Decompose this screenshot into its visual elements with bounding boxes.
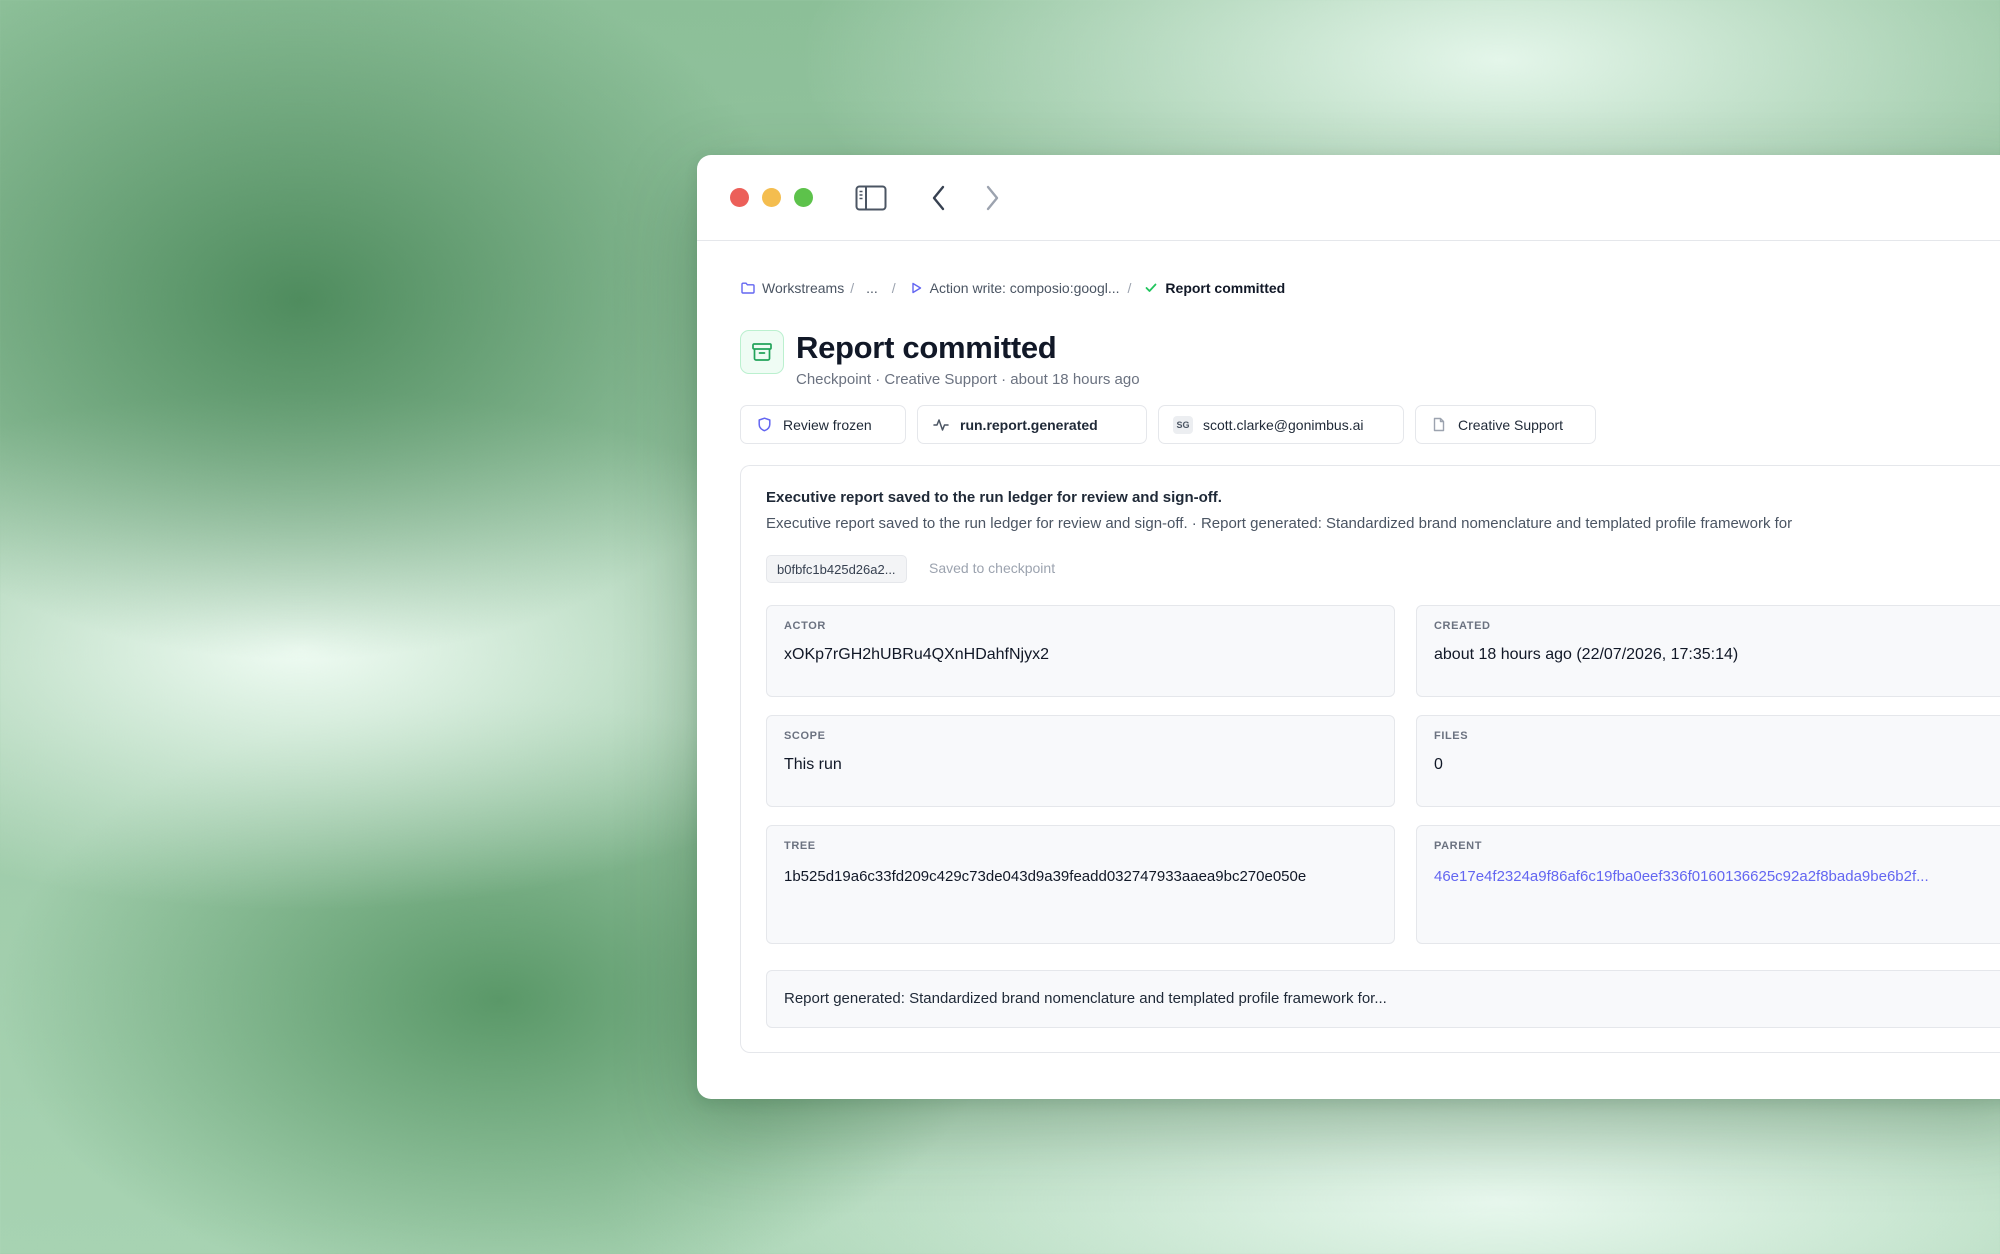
breadcrumb-separator: / (850, 280, 855, 296)
actor-field: ACTOR xOKp7rGH2hUBRu4QXnHDahfNjyx2 (766, 605, 1395, 697)
chip-label: Creative Support (1458, 416, 1564, 433)
summary-text: Report generated: Standardized brand nom… (784, 990, 1387, 1007)
scope-field: SCOPE This run (766, 715, 1395, 807)
chip-label: Review frozen (783, 416, 872, 433)
saved-status-text: Saved to checkpoint (929, 560, 1056, 576)
title-bar (697, 155, 2000, 241)
page-subtitle: Checkpoint · Creative Support · about 18… (796, 371, 1140, 388)
review-status-chip[interactable]: Review frozen (740, 405, 906, 444)
folder-icon (740, 280, 756, 296)
sidebar-toggle-icon[interactable] (854, 181, 888, 215)
breadcrumb-current: Report committed (1143, 280, 1285, 296)
breadcrumb-label: Report committed (1165, 280, 1286, 296)
event-type-chip[interactable]: run.report.generated (917, 405, 1147, 444)
created-field: CREATED about 18 hours ago (22/07/2026, … (1416, 605, 2000, 697)
field-label: FILES (1434, 730, 1469, 742)
avatar: SG (1173, 415, 1193, 434)
field-label: ACTOR (784, 620, 826, 632)
parent-field: PARENT 46e17e4f2324a9f86af6c19fba0eef336… (1416, 825, 2000, 944)
breadcrumb-workstreams[interactable]: Workstreams (740, 280, 844, 296)
app-window: Workstreams / ... / Action write: compos… (697, 155, 2000, 1099)
close-window-button[interactable] (730, 188, 749, 207)
forward-arrow-icon[interactable] (975, 181, 1009, 215)
parent-hash-link[interactable]: 46e17e4f2324a9f86af6c19fba0eef336f016013… (1434, 868, 1929, 885)
activity-icon (932, 416, 950, 434)
breadcrumb-label: Action write: composio:googl... (929, 280, 1120, 296)
field-value: This run (784, 756, 842, 773)
back-arrow-icon[interactable] (922, 181, 956, 215)
field-value: 1b525d19a6c33fd209c429c73de043d9a39feadd… (784, 868, 1307, 885)
page-title: Report committed (796, 330, 1057, 365)
minimize-window-button[interactable] (762, 188, 781, 207)
breadcrumb-separator: / (1127, 280, 1132, 296)
card-title: Executive report saved to the run ledger… (766, 489, 1222, 506)
field-label: TREE (784, 840, 816, 852)
play-icon (908, 280, 924, 296)
chip-label: scott.clarke@gonimbus.ai (1203, 416, 1364, 433)
field-value: about 18 hours ago (22/07/2026, 17:35:14… (1434, 646, 1739, 663)
shield-icon (755, 416, 773, 434)
main-content: Workstreams / ... / Action write: compos… (740, 240, 2000, 1099)
field-label: SCOPE (784, 730, 826, 742)
chip-label: run.report.generated (960, 416, 1098, 433)
commit-hash-badge[interactable]: b0fbfc1b425d26a2... (766, 555, 907, 583)
report-summary: Report generated: Standardized brand nom… (766, 970, 2000, 1028)
field-label: PARENT (1434, 840, 1483, 852)
breadcrumb: Workstreams / ... / Action write: compos… (740, 280, 1285, 296)
files-field: FILES 0 (1416, 715, 2000, 807)
field-value: xOKp7rGH2hUBRu4QXnHDahfNjyx2 (784, 646, 1049, 663)
field-value: 0 (1434, 756, 1443, 773)
breadcrumb-ellipsis[interactable]: ... (866, 280, 878, 296)
file-icon (1430, 416, 1448, 434)
tree-field: TREE 1b525d19a6c33fd209c429c73de043d9a39… (766, 825, 1395, 944)
metadata-chips: Review frozen run.report.generated SG sc… (740, 405, 1596, 444)
user-chip[interactable]: SG scott.clarke@gonimbus.ai (1158, 405, 1404, 444)
breadcrumb-label: Workstreams (762, 280, 845, 296)
field-label: CREATED (1434, 620, 1491, 632)
card-description: Executive report saved to the run ledger… (766, 515, 1793, 532)
project-chip[interactable]: Creative Support (1415, 405, 1596, 444)
check-icon (1143, 280, 1159, 296)
archive-icon (740, 330, 784, 374)
breadcrumb-separator: / (891, 280, 896, 296)
breadcrumb-action[interactable]: Action write: composio:googl... (908, 280, 1120, 296)
maximize-window-button[interactable] (794, 188, 813, 207)
checkpoint-card: Executive report saved to the run ledger… (740, 465, 2000, 1053)
